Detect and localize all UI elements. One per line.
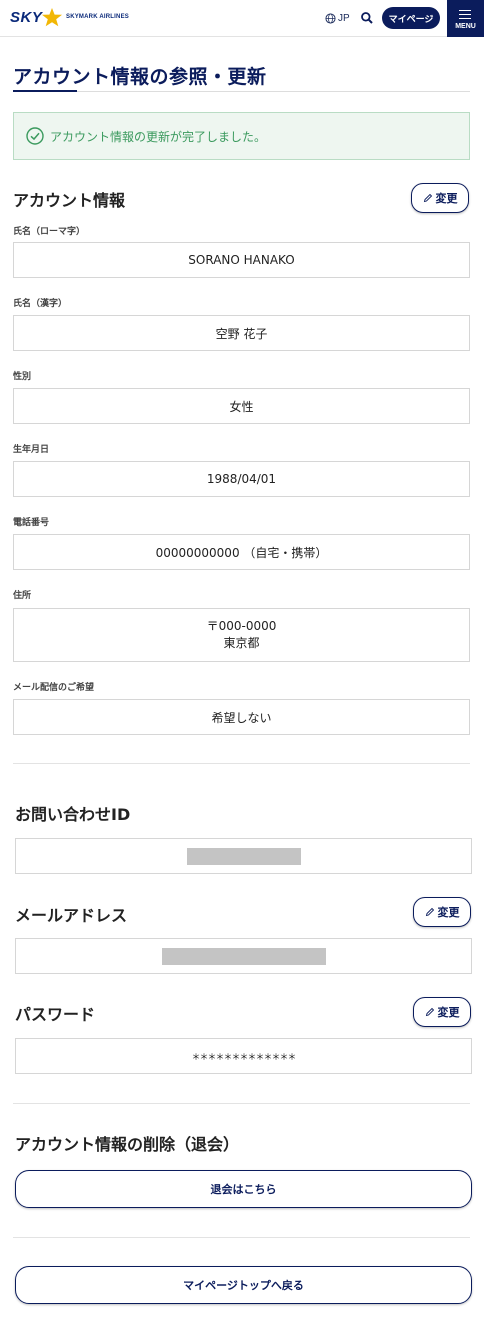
logo-text[interactable]: SKY [10,9,42,26]
language-label: JP [338,12,350,24]
account-edit-button[interactable]: 変更 [411,183,469,213]
field-value-birthdate: 1988/04/01 [206,472,277,486]
back-to-mypage-button[interactable]: マイページトップへ戻る [15,1266,472,1304]
section-divider [13,1103,470,1104]
email-edit-button[interactable]: 変更 [413,897,471,927]
field-value-name-kanji: 空野 花子 [215,326,268,341]
success-alert: アカウント情報の更新が完了しました。 [13,112,470,160]
field-name-kanji: 空野 花子 [13,315,470,351]
field-value-phone: 00000000000 （自宅・携帯） [155,545,328,560]
password-edit-label: 変更 [437,1006,460,1019]
masked-inquiry-id [186,847,301,865]
field-label-birthdate: 生年月日 [13,445,50,455]
field-label-gender: 性別 [13,372,32,382]
field-email [15,938,472,974]
field-gender: 女性 [13,388,470,424]
field-address: 〒000-0000 東京都 [13,608,470,662]
field-value-name-roman: SORANO HANAKO [188,253,295,267]
field-phone: 00000000000 （自宅・携帯） [13,534,470,570]
mypage-button[interactable]: マイページ [382,7,440,29]
field-label-phone: 電話番号 [13,518,50,528]
menu-label: MENU [455,23,476,30]
password-edit-button[interactable]: 変更 [413,997,471,1027]
pencil-icon [425,1007,434,1017]
search-icon[interactable] [360,11,374,25]
globe-icon [325,12,336,24]
menu-button[interactable]: MENU [447,0,484,37]
page-title: アカウント情報の参照・更新 [13,66,267,88]
field-label-mail-preference: メール配信のご希望 [13,683,95,693]
title-accent-bar [13,90,77,92]
field-password: ＊＊＊＊＊＊＊＊＊＊＊＊＊ [15,1038,472,1074]
email-edit-label: 変更 [437,906,460,919]
field-name-roman: SORANO HANAKO [13,242,470,278]
star-logo-icon[interactable] [41,7,63,27]
success-message: アカウント情報の更新が完了しました。 [50,129,267,144]
title-divider [13,91,470,92]
hamburger-icon [459,10,471,19]
check-circle-icon [26,127,44,145]
language-switch[interactable]: JP [325,11,350,25]
account-info-heading: アカウント情報 [13,191,126,210]
field-value-postal: 〒000-0000 [206,619,277,633]
logo-subtext: SKYMARK AIRLINES [66,14,129,20]
field-birthdate: 1988/04/01 [13,461,470,497]
field-label-name-roman: 氏名（ローマ字） [13,227,86,237]
field-label-name-kanji: 氏名（漢字） [13,299,68,309]
delete-account-heading: アカウント情報の削除（退会） [15,1135,240,1154]
password-heading: パスワード [15,1005,96,1024]
masked-email [161,947,326,965]
account-edit-label: 変更 [435,192,458,205]
field-inquiry-id [15,838,472,874]
inquiry-id-heading: お問い合わせID [15,805,131,824]
field-label-address: 住所 [13,591,32,601]
field-value-prefecture: 東京都 [223,636,260,650]
email-heading: メールアドレス [15,906,128,925]
field-value-gender: 女性 [229,399,254,414]
site-header: SKY SKYMARK AIRLINES JP マイページ MENU [0,0,484,37]
field-value-password: ＊＊＊＊＊＊＊＊＊＊＊＊＊ [191,1052,296,1063]
withdraw-button[interactable]: 退会はこちら [15,1170,472,1208]
field-mail-preference: 希望しない [13,699,470,735]
pencil-icon [425,907,434,917]
field-value-mail-preference: 希望しない [211,710,272,725]
section-divider [13,763,470,764]
section-divider [13,1237,470,1238]
pencil-icon [423,193,432,203]
